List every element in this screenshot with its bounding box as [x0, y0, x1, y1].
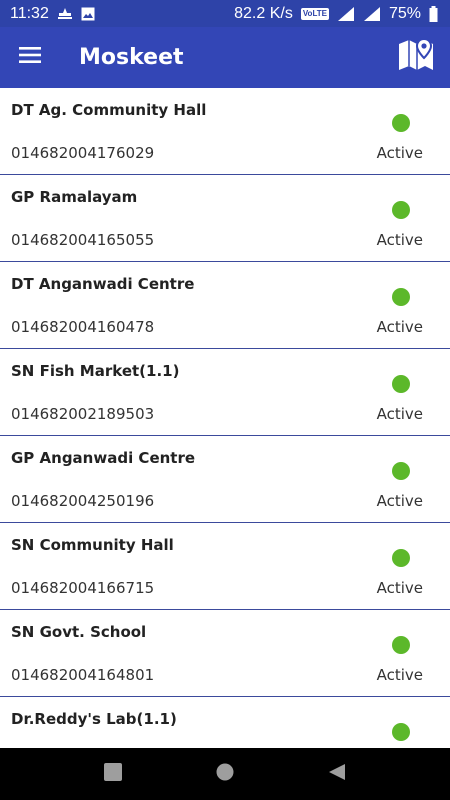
- map-view-button[interactable]: [394, 35, 438, 79]
- device-list-item[interactable]: SN Community Hall 014682004166715 Active: [0, 523, 450, 610]
- status-indicator-icon: [392, 375, 410, 393]
- device-name: SN Govt. School: [11, 623, 147, 641]
- status-bar: 11:32 82.2 K/s VoLTE 75%: [0, 0, 450, 27]
- device-id: 014682004250196: [11, 492, 155, 510]
- system-nav-bar: [0, 748, 450, 800]
- home-button[interactable]: [215, 763, 235, 786]
- signal-icon: [363, 6, 381, 22]
- hamburger-menu-icon: [19, 47, 41, 68]
- triangle-back-icon: [328, 763, 346, 786]
- device-id: 014682004166715: [11, 579, 155, 597]
- device-id: 014682004176029: [11, 144, 155, 162]
- status-indicator-icon: [392, 723, 410, 741]
- battery-icon: [429, 5, 438, 22]
- image-notification-icon: [81, 7, 95, 21]
- device-list-item[interactable]: GP Anganwadi Centre 014682004250196 Active: [0, 436, 450, 523]
- status-label: Active: [376, 318, 423, 336]
- status-label: Active: [376, 405, 423, 423]
- device-name: DT Anganwadi Centre: [11, 275, 195, 293]
- device-name: SN Fish Market(1.1): [11, 362, 180, 380]
- status-indicator-icon: [392, 201, 410, 219]
- status-indicator-icon: [392, 636, 410, 654]
- device-list-item[interactable]: Dr.Reddy's Lab(1.1): [0, 697, 450, 748]
- device-id: 014682004160478: [11, 318, 155, 336]
- device-list[interactable]: DT Ag. Community Hall 014682004176029 Acti…: [0, 88, 450, 748]
- device-name: GP Ramalayam: [11, 188, 138, 206]
- device-list-item[interactable]: DT Ag. Community Hall 014682004176029 Acti…: [0, 88, 450, 175]
- status-bar-right: 82.2 K/s VoLTE 75%: [234, 5, 438, 23]
- app-bar: Moskeet: [0, 27, 450, 88]
- status-indicator-icon: [392, 288, 410, 306]
- signal-4g-icon: [337, 6, 355, 22]
- status-bar-left: 11:32: [10, 5, 95, 23]
- device-list-item[interactable]: SN Govt. School 014682004164801 Active: [0, 610, 450, 697]
- device-id: 014682002189503: [11, 405, 155, 423]
- square-recents-icon: [104, 762, 122, 786]
- device-id: 014682004164801: [11, 666, 155, 684]
- app-title: Moskeet: [79, 45, 184, 70]
- network-speed: 82.2 K/s: [234, 4, 293, 22]
- status-label: Active: [376, 231, 423, 249]
- status-indicator-icon: [392, 462, 410, 480]
- status-label: Active: [376, 666, 423, 684]
- status-indicator-icon: [392, 549, 410, 567]
- volte-badge: VoLTE: [300, 7, 329, 20]
- notification-app-icon: [57, 7, 73, 21]
- device-list-item[interactable]: GP Ramalayam 014682004165055 Active: [0, 175, 450, 262]
- device-name: SN Community Hall: [11, 536, 174, 554]
- device-list-item[interactable]: SN Fish Market(1.1) 014682002189503 Active: [0, 349, 450, 436]
- device-name: Dr.Reddy's Lab(1.1): [11, 710, 177, 728]
- menu-button[interactable]: [0, 27, 60, 88]
- device-list-item[interactable]: DT Anganwadi Centre 014682004160478 Active: [0, 262, 450, 349]
- status-label: Active: [376, 492, 423, 510]
- device-id: 014682004165055: [11, 231, 155, 249]
- circle-home-icon: [216, 763, 234, 786]
- device-name: GP Anganwadi Centre: [11, 449, 196, 467]
- back-button[interactable]: [327, 763, 347, 786]
- status-label: Active: [376, 579, 423, 597]
- map-pin-icon: [397, 36, 435, 79]
- recents-button[interactable]: [103, 762, 123, 786]
- clock: 11:32: [10, 4, 49, 22]
- battery-percent: 75%: [388, 4, 421, 22]
- status-indicator-icon: [392, 114, 410, 132]
- device-name: DT Ag. Community Hall: [11, 101, 207, 119]
- status-label: Active: [376, 144, 423, 162]
